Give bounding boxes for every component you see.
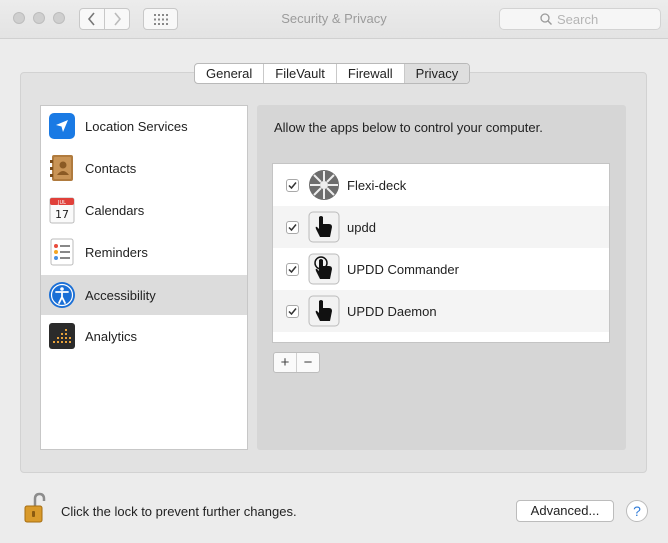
touch-hand-icon — [308, 295, 340, 327]
privacy-category-list: Location Services Contacts JUL 17 Calend… — [40, 105, 248, 450]
list-item[interactable]: UPDD Daemon — [273, 290, 609, 332]
app-checkbox[interactable] — [286, 220, 299, 234]
search-icon — [540, 13, 552, 25]
checkmark-icon — [288, 223, 297, 231]
tab-general[interactable]: General — [195, 64, 265, 83]
remove-app-button[interactable]: − — [297, 353, 319, 372]
tab-filevault[interactable]: FileVault — [264, 64, 337, 83]
sidebar-item-analytics[interactable]: Analytics — [41, 316, 247, 356]
checkmark-icon — [288, 265, 297, 273]
app-name: UPDD Commander — [347, 261, 459, 277]
location-arrow-icon — [49, 113, 75, 139]
app-name: UPDD Daemon — [347, 303, 437, 319]
app-list: Flexi-deck updd UPDD Commander UPDD Daem — [272, 163, 610, 343]
sidebar-item-label: Accessibility — [85, 287, 156, 303]
sidebar-item-location-services[interactable]: Location Services — [41, 106, 247, 146]
reminders-list-icon — [50, 238, 74, 266]
list-item[interactable]: Flexi-deck — [273, 164, 609, 206]
app-name: Flexi-deck — [347, 177, 407, 193]
flexi-deck-icon — [309, 170, 339, 200]
contacts-book-icon — [50, 155, 73, 181]
pane-description: Allow the apps below to control your com… — [274, 120, 543, 135]
lock-status-text: Click the lock to prevent further change… — [61, 504, 297, 519]
sidebar-item-accessibility[interactable]: Accessibility — [41, 275, 247, 315]
touch-hand-commander-icon — [308, 253, 340, 285]
add-app-button[interactable]: + — [274, 353, 297, 372]
add-remove-control: + − — [273, 352, 320, 373]
tab-bar: General FileVault Firewall Privacy — [194, 63, 471, 84]
calendar-icon: JUL 17 — [49, 197, 75, 224]
app-name: updd — [347, 219, 376, 235]
tab-privacy[interactable]: Privacy — [404, 64, 470, 83]
padlock-unlocked-icon[interactable] — [24, 492, 46, 524]
list-item[interactable]: updd — [273, 206, 609, 248]
sidebar-item-label: Location Services — [85, 118, 188, 134]
advanced-button[interactable]: Advanced... — [516, 500, 614, 522]
search-field[interactable] — [499, 8, 661, 30]
sidebar-item-label: Contacts — [85, 160, 137, 176]
checkmark-icon — [288, 307, 297, 315]
svg-text:17: 17 — [55, 208, 69, 221]
sidebar-item-label: Reminders — [85, 244, 148, 260]
search-input[interactable] — [557, 11, 657, 27]
sidebar-item-contacts[interactable]: Contacts — [41, 148, 247, 188]
sidebar-item-reminders[interactable]: Reminders — [41, 232, 247, 272]
touch-hand-icon — [308, 211, 340, 243]
app-checkbox[interactable] — [286, 178, 299, 192]
accessibility-person-icon — [49, 282, 75, 308]
app-checkbox[interactable] — [286, 304, 299, 318]
analytics-grid-icon — [49, 323, 75, 349]
sidebar-item-calendars[interactable]: JUL 17 Calendars — [41, 190, 247, 230]
title-bar: Security & Privacy — [0, 0, 668, 39]
sidebar-item-label: Calendars — [85, 202, 145, 218]
svg-text:JUL: JUL — [57, 200, 66, 206]
app-checkbox[interactable] — [286, 262, 299, 276]
list-item[interactable]: UPDD Commander — [273, 248, 609, 290]
sidebar-item-label: Analytics — [85, 328, 138, 344]
help-button[interactable]: ? — [626, 500, 648, 522]
checkmark-icon — [288, 181, 297, 189]
tab-firewall[interactable]: Firewall — [337, 64, 405, 83]
